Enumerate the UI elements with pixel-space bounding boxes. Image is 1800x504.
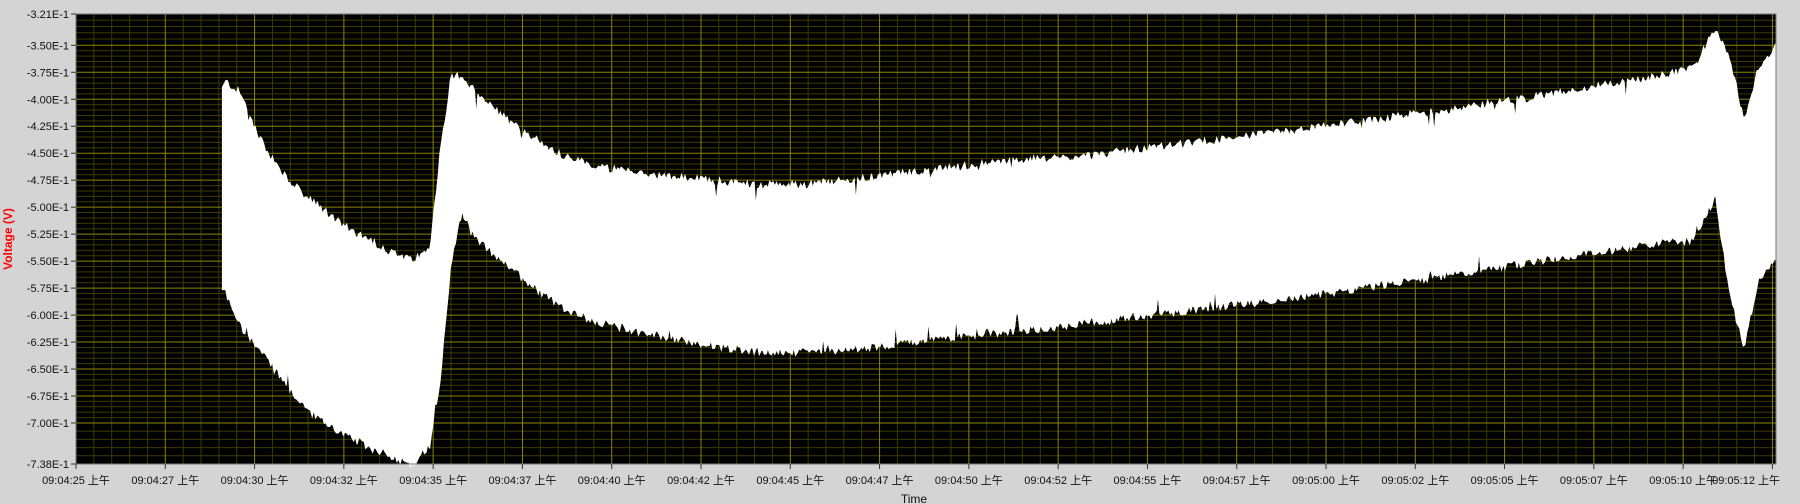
x-tick-label: 09:04:30 上午 [221,474,289,487]
x-tick-label: 09:04:47 上午 [846,474,914,487]
x-tick-label: 09:05:07 上午 [1560,474,1628,487]
voltage-chart: -3.21E-1 -3.50E-1 -3.75E-1 -4.00E-1 -4.25E-1… [0,0,1800,504]
x-tick-label: 09:05:05 上午 [1471,474,1539,487]
y-tick-label: -5.00E-1 [27,202,69,214]
y-tick-label: -6.00E-1 [27,310,69,322]
x-axis-title: Time [901,492,928,504]
x-tick-label: 09:04:45 上午 [756,474,824,487]
x-tick-label: 09:04:35 上午 [399,474,467,487]
y-tick-label: -3.75E-1 [27,67,69,79]
y-tick-label: -6.25E-1 [27,337,69,349]
y-tick-label: -5.50E-1 [27,256,69,268]
x-tick-label: 09:04:40 上午 [578,474,646,487]
x-tick-label: 09:05:00 上午 [1292,474,1360,487]
chart-svg: -3.21E-1 -3.50E-1 -3.75E-1 -4.00E-1 -4.25E-1… [0,0,1800,504]
x-tick-label: 09:05:12 上午 [1712,474,1780,487]
y-tick-label: -3.21E-1 [27,9,69,21]
y-axis-title: Voltage (V) [1,208,15,270]
y-tick-label: -4.50E-1 [27,148,69,160]
y-tick-label: -7.00E-1 [27,418,69,430]
y-tick-label: -4.00E-1 [27,94,69,106]
y-axis: -3.21E-1 -3.50E-1 -3.75E-1 -4.00E-1 -4.25E-1… [27,9,76,471]
x-tick-label: 09:04:50 上午 [935,474,1003,487]
y-tick-label: -3.50E-1 [27,40,69,52]
y-tick-label: -6.75E-1 [27,391,69,403]
x-tick-label: 09:04:37 上午 [488,474,556,487]
y-tick-label: -4.25E-1 [27,121,69,133]
y-tick-label: -4.75E-1 [27,175,69,187]
y-tick-label: -5.25E-1 [27,229,69,241]
x-tick-label: 09:05:10 上午 [1649,474,1717,487]
x-tick-label: 09:05:02 上午 [1381,474,1449,487]
y-tick-label: -7.38E-1 [27,459,69,471]
x-tick-label: 09:04:57 上午 [1203,474,1271,487]
x-tick-label: 09:04:32 上午 [310,474,378,487]
y-tick-label: -5.75E-1 [27,283,69,295]
x-tick-label: 09:04:52 上午 [1024,474,1092,487]
x-tick-label: 09:04:55 上午 [1113,474,1181,487]
x-tick-label: 09:04:42 上午 [667,474,735,487]
x-tick-label: 09:04:25 上午 [42,474,110,487]
y-tick-label: -6.50E-1 [27,364,69,376]
x-tick-label: 09:04:27 上午 [131,474,199,487]
